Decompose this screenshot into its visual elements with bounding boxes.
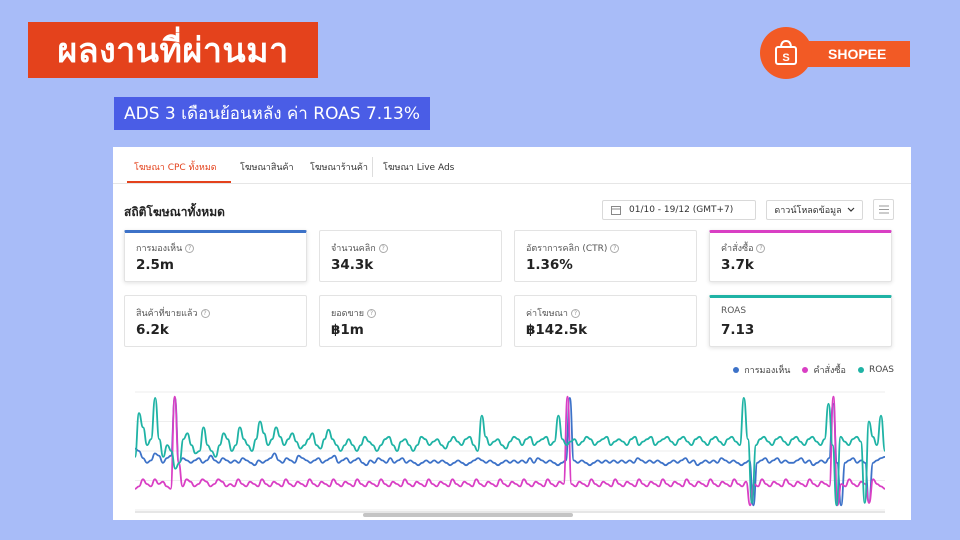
date-range-picker[interactable]: 01/10 - 19/12 (GMT+7) [602, 200, 756, 220]
legend-dot [802, 367, 809, 373]
download-label: ดาวน์โหลดข้อมูล [774, 206, 842, 216]
legend-label: ROAS [868, 365, 894, 375]
slide-subtitle-box: ADS 3 เดือนย้อนหลัง ค่า ROAS 7.13% [114, 97, 430, 130]
metric-value: 3.7k [721, 257, 754, 273]
tab-divider [372, 157, 373, 177]
metric-card-impressions[interactable]: การมองเห็น? 2.5m [124, 230, 307, 282]
legend-item-roas[interactable]: ROAS [857, 363, 894, 377]
metric-value: 2.5m [136, 257, 174, 273]
list-icon [878, 205, 889, 214]
metric-card-orders[interactable]: คำสั่งซื้อ? 3.7k [709, 230, 892, 282]
panel-title: สถิติโฆษณาทั้งหมด [124, 205, 225, 219]
metric-label: ค่าโฆษณา [526, 309, 568, 319]
performance-line-chart [134, 391, 886, 517]
series-line-2 [134, 396, 886, 507]
metric-card-sales[interactable]: ยอดขาย? ฿1m [319, 295, 502, 347]
metric-label: คำสั่งซื้อ [721, 244, 754, 254]
question-circle-icon[interactable]: ? [378, 243, 388, 253]
metric-label: อัตราการคลิก (CTR) [526, 244, 608, 254]
series-line-0 [134, 396, 886, 507]
tab-shop-ads[interactable]: โฆษณาร้านค้า [310, 160, 368, 174]
tab-live-ads[interactable]: โฆษณา Live Ads [383, 160, 454, 174]
metric-value: 6.2k [136, 322, 169, 338]
metric-value: ฿142.5k [526, 322, 588, 338]
active-tab-indicator [127, 181, 231, 183]
question-circle-icon[interactable]: ? [367, 308, 377, 318]
slide-title: ผลงานที่ผ่านมา [57, 31, 289, 71]
legend-label: คำสั่งซื้อ [813, 366, 846, 376]
date-range-text: 01/10 - 19/12 (GMT+7) [629, 205, 734, 215]
ads-dashboard-panel: โฆษณา CPC ทั้งหมด โฆษณาสินค้า โฆษณาร้านค… [113, 147, 911, 520]
chevron-down-icon [847, 207, 855, 212]
metric-value: 34.3k [331, 257, 374, 273]
question-circle-icon[interactable]: ? [610, 243, 620, 253]
question-circle-icon[interactable]: ? [200, 308, 210, 318]
metric-value: 7.13 [721, 322, 755, 338]
metric-card-ctr[interactable]: อัตราการคลิก (CTR)? 1.36% [514, 230, 697, 282]
tab-all-cpc-ads[interactable]: โฆษณา CPC ทั้งหมด [134, 160, 217, 174]
metric-value: ฿1m [331, 322, 364, 338]
column-menu-button[interactable] [873, 199, 894, 220]
metric-label: การมองเห็น [136, 244, 183, 254]
shopee-bag-icon: S [760, 27, 812, 79]
slide-title-box: ผลงานที่ผ่านมา [28, 22, 318, 78]
metric-label: จำนวนคลิก [331, 244, 376, 254]
tab-product-ads[interactable]: โฆษณาสินค้า [240, 160, 294, 174]
shopee-brand-name: SHOPEE [828, 46, 887, 62]
shopee-logo-letter: S [782, 52, 789, 64]
metric-label: ROAS [721, 306, 747, 316]
chart-scrollbar[interactable] [363, 513, 573, 517]
question-circle-icon[interactable]: ? [756, 243, 766, 253]
legend-dot [857, 367, 864, 373]
question-circle-icon[interactable]: ? [570, 308, 580, 318]
metric-label: สินค้าที่ขายแล้ว [136, 309, 198, 319]
metric-value: 1.36% [526, 257, 573, 273]
shopee-logo: SHOPEE S [760, 27, 912, 79]
calendar-icon [611, 206, 621, 215]
ads-tabs: โฆษณา CPC ทั้งหมด โฆษณาสินค้า โฆษณาร้านค… [113, 147, 911, 184]
legend-item-impressions[interactable]: การมองเห็น [733, 363, 790, 377]
legend-dot [733, 367, 740, 373]
question-circle-icon[interactable]: ? [185, 243, 195, 253]
metric-card-clicks[interactable]: จำนวนคลิก? 34.3k [319, 230, 502, 282]
metric-card-ad-spend[interactable]: ค่าโฆษณา? ฿142.5k [514, 295, 697, 347]
download-data-button[interactable]: ดาวน์โหลดข้อมูล [766, 200, 863, 220]
legend-item-orders[interactable]: คำสั่งซื้อ [802, 363, 846, 377]
slide-subtitle: ADS 3 เดือนย้อนหลัง ค่า ROAS 7.13% [124, 104, 420, 124]
metric-label: ยอดขาย [331, 309, 365, 319]
chart-legend: การมองเห็น คำสั่งซื้อ ROAS [733, 363, 894, 377]
metric-card-roas[interactable]: ROAS 7.13 [709, 295, 892, 347]
legend-label: การมองเห็น [744, 366, 791, 376]
metric-card-items-sold[interactable]: สินค้าที่ขายแล้ว? 6.2k [124, 295, 307, 347]
